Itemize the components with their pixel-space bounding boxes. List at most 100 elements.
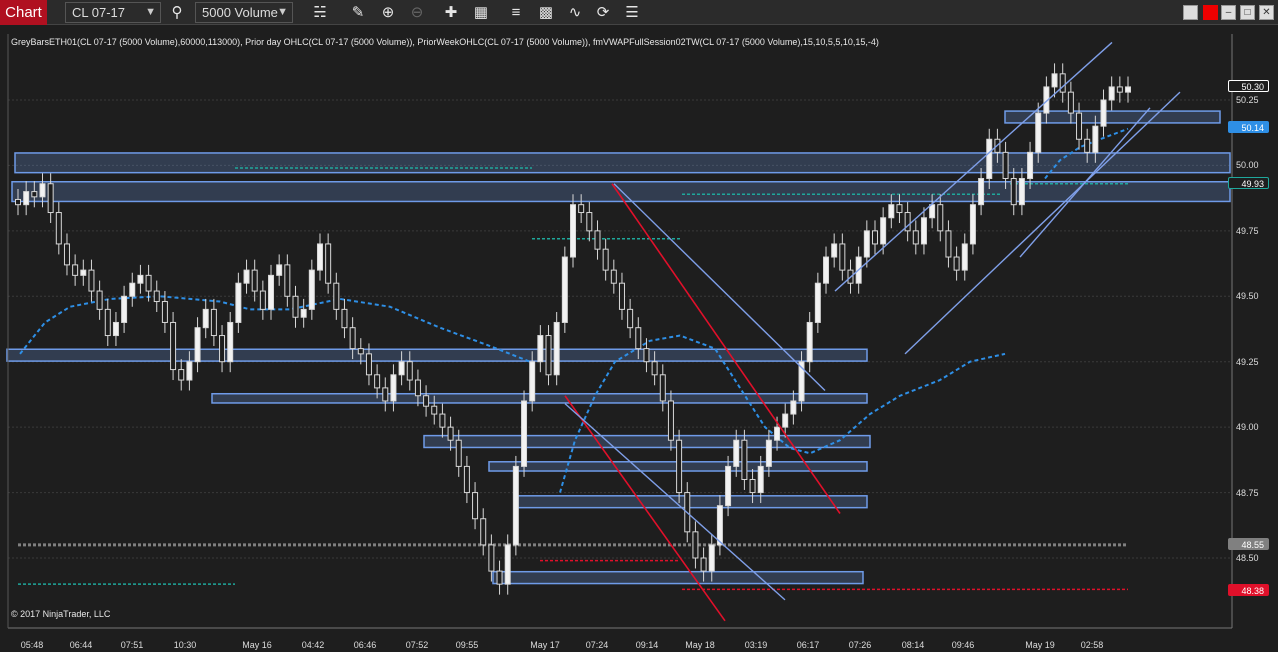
time-label: 05:48 xyxy=(20,640,44,650)
price-chart[interactable] xyxy=(0,0,1278,652)
candle-body xyxy=(969,204,976,245)
time-label: 09:55 xyxy=(455,640,479,650)
candle-body xyxy=(888,204,895,219)
candle-body xyxy=(390,374,397,402)
candle-body xyxy=(733,439,740,467)
candle-body xyxy=(202,308,209,329)
candle-body xyxy=(398,361,405,376)
time-label: 04:42 xyxy=(301,640,325,650)
candle-body xyxy=(153,290,160,303)
candle-body xyxy=(219,335,226,363)
candle-body xyxy=(104,308,111,337)
candle-body xyxy=(610,269,617,284)
candle-body xyxy=(1076,112,1083,140)
time-label: May 17 xyxy=(530,640,560,650)
candle-body xyxy=(537,335,544,363)
candle-body xyxy=(227,321,234,363)
candle-body xyxy=(447,426,454,441)
candle-body xyxy=(986,138,993,180)
candle-body xyxy=(627,308,634,329)
candle-body xyxy=(300,308,307,318)
candle-body xyxy=(676,439,683,494)
candle-body xyxy=(251,269,258,292)
sr-zone xyxy=(11,180,1231,203)
candle-body xyxy=(129,282,136,297)
time-label: 08:14 xyxy=(901,640,925,650)
candle-body xyxy=(912,230,919,245)
candle-body xyxy=(161,301,168,323)
candle-body xyxy=(863,230,870,258)
time-label: 02:58 xyxy=(1080,640,1104,650)
candle-body xyxy=(814,282,821,323)
candle-body xyxy=(88,269,95,292)
candle-body xyxy=(512,465,519,546)
candle-body xyxy=(521,400,528,467)
candle-body xyxy=(1051,73,1058,88)
price-label: 49.25 xyxy=(1236,357,1259,367)
candle-body xyxy=(1116,86,1123,93)
candle-body xyxy=(774,426,781,441)
time-label: 06:44 xyxy=(69,640,93,650)
candle-body xyxy=(749,478,756,494)
candle-body xyxy=(1035,112,1042,153)
candle-body xyxy=(716,505,723,546)
candle-body xyxy=(529,361,536,402)
candle-body xyxy=(63,243,70,266)
candle-body xyxy=(55,212,62,245)
candle-body xyxy=(1002,151,1009,180)
candle-body xyxy=(137,274,144,284)
candle-body xyxy=(871,230,878,245)
candle-body xyxy=(765,439,772,467)
prior-close-tag: 49.93 xyxy=(1228,177,1269,189)
candle-body xyxy=(382,387,389,402)
sr-zone xyxy=(14,152,1231,174)
time-label: 09:14 xyxy=(635,640,659,650)
candle-body xyxy=(708,544,715,572)
candle-body xyxy=(929,204,936,219)
candle-body xyxy=(121,295,128,323)
candle-body xyxy=(839,243,846,271)
candle-body xyxy=(357,348,364,355)
candle-body xyxy=(480,518,487,546)
candle-body xyxy=(47,183,54,214)
candle-body xyxy=(268,274,275,310)
sr-zone xyxy=(517,495,868,509)
candle-body xyxy=(880,217,887,245)
candle-body xyxy=(651,361,658,376)
candle-body xyxy=(112,321,119,337)
candle-body xyxy=(423,395,430,407)
candle-body xyxy=(235,282,242,323)
candle-body xyxy=(937,204,944,232)
candle-body xyxy=(292,295,299,318)
candle-body xyxy=(1018,178,1025,206)
candle-body xyxy=(406,361,413,381)
price-label: 50.25 xyxy=(1236,95,1259,105)
candle-body xyxy=(978,178,985,206)
candle-body xyxy=(276,264,283,276)
price-label: 49.00 xyxy=(1236,422,1259,432)
channel-line xyxy=(904,91,1181,355)
sr-zone xyxy=(492,570,864,585)
candle-body xyxy=(618,282,625,310)
price-label: 49.50 xyxy=(1236,291,1259,301)
candle-body xyxy=(953,256,960,271)
time-label: 09:46 xyxy=(951,640,975,650)
candle-body xyxy=(1010,178,1017,206)
candle-body xyxy=(194,327,201,363)
candle-body xyxy=(455,439,462,467)
candle-body xyxy=(439,413,446,428)
candle-body xyxy=(333,282,340,310)
candle-body xyxy=(145,274,152,292)
indicator-legend: GreyBarsETH01(CL 07-17 (5000 Volume),600… xyxy=(11,37,879,47)
candle-body xyxy=(806,321,813,363)
candle-body xyxy=(504,544,511,585)
candle-body xyxy=(186,361,193,381)
sr-zone xyxy=(211,392,868,404)
last-price-tag: 50.30 xyxy=(1228,80,1269,92)
candle-body xyxy=(1108,86,1115,101)
candle-body xyxy=(463,465,470,494)
candle-body xyxy=(210,308,217,337)
candle-body xyxy=(823,256,830,284)
candle-body xyxy=(178,369,185,381)
candle-body xyxy=(741,439,748,480)
